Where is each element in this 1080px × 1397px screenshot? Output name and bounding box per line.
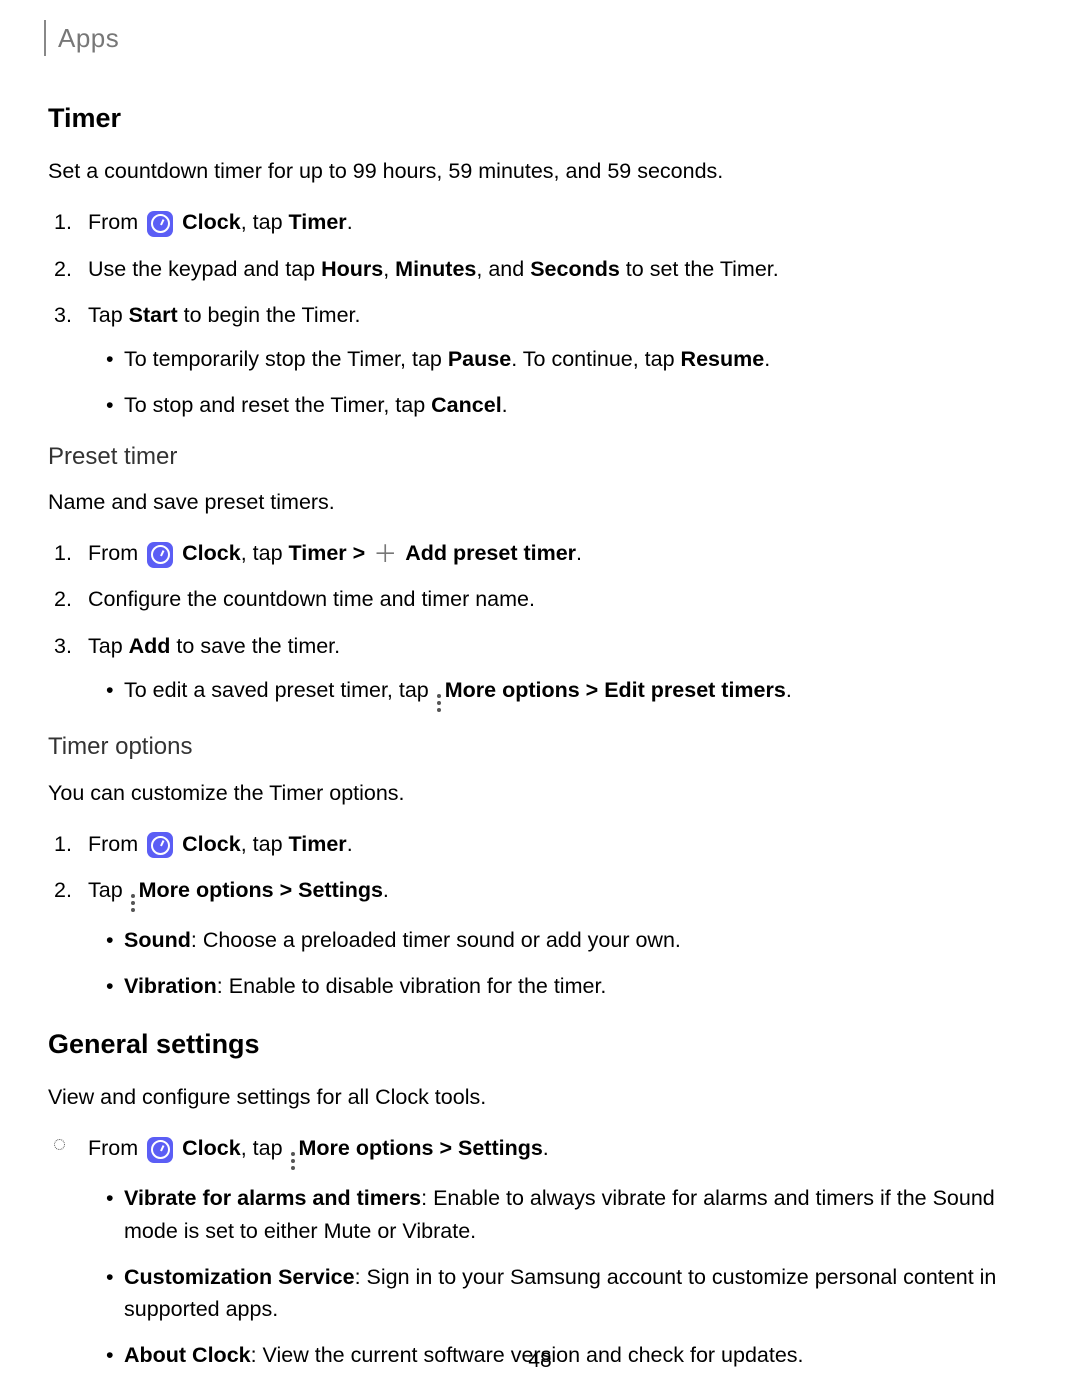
timer-sub-cancel: To stop and reset the Timer, tap Cancel. — [124, 389, 1032, 421]
general-substeps: Vibrate for alarms and timers: Enable to… — [88, 1182, 1032, 1371]
general-steps: From Clock, tap More options > Settings.… — [48, 1132, 1032, 1371]
timer-sub-pause: To temporarily stop the Timer, tap Pause… — [124, 343, 1032, 375]
general-step-1: From Clock, tap More options > Settings.… — [88, 1132, 1032, 1371]
preset-step-2: 2.Configure the countdown time and timer… — [88, 583, 1032, 615]
general-sub-customization: Customization Service: Sign in to your S… — [124, 1261, 1032, 1326]
timer-heading: Timer — [48, 100, 1032, 138]
clock-icon — [147, 1137, 173, 1163]
preset-substeps: To edit a saved preset timer, tap More o… — [88, 674, 1032, 712]
general-heading: General settings — [48, 1026, 1032, 1064]
options-sub-sound: Sound: Choose a preloaded timer sound or… — [124, 924, 1032, 956]
circle-bullet-icon — [54, 1139, 65, 1150]
preset-step-1: 1. From Clock, tap Timer > ＋ Add preset … — [88, 537, 1032, 569]
options-steps: 1. From Clock, tap Timer. 2. Tap More op… — [48, 828, 1032, 1003]
clock-icon — [147, 832, 173, 858]
options-heading: Timer options — [48, 730, 1032, 764]
preset-heading: Preset timer — [48, 440, 1032, 474]
timer-steps: 1. From Clock, tap Timer. 2. Use the key… — [48, 206, 1032, 421]
options-intro: You can customize the Timer options. — [48, 778, 1032, 808]
more-options-icon — [291, 1152, 295, 1170]
preset-intro: Name and save preset timers. — [48, 487, 1032, 517]
clock-icon — [147, 211, 173, 237]
plus-icon: ＋ — [373, 543, 397, 567]
timer-step-1: 1. From Clock, tap Timer. — [88, 206, 1032, 238]
timer-substeps: To temporarily stop the Timer, tap Pause… — [88, 343, 1032, 422]
options-sub-vibration: Vibration: Enable to disable vibration f… — [124, 970, 1032, 1002]
header-bar: Apps — [44, 20, 1032, 56]
timer-step-2: 2. Use the keypad and tap Hours, Minutes… — [88, 253, 1032, 285]
timer-intro: Set a countdown timer for up to 99 hours… — [48, 156, 1032, 186]
timer-step-3: 3. Tap Start to begin the Timer. To temp… — [88, 299, 1032, 422]
general-intro: View and configure settings for all Cloc… — [48, 1082, 1032, 1112]
breadcrumb: Apps — [58, 20, 1032, 56]
preset-steps: 1. From Clock, tap Timer > ＋ Add preset … — [48, 537, 1032, 712]
page-number: 48 — [0, 1346, 1080, 1375]
preset-sub-edit: To edit a saved preset timer, tap More o… — [124, 674, 1032, 712]
clock-icon — [147, 542, 173, 568]
more-options-icon — [437, 694, 441, 712]
options-step-1: 1. From Clock, tap Timer. — [88, 828, 1032, 860]
preset-step-3: 3. Tap Add to save the timer. To edit a … — [88, 630, 1032, 712]
options-substeps: Sound: Choose a preloaded timer sound or… — [88, 924, 1032, 1003]
general-sub-vibrate: Vibrate for alarms and timers: Enable to… — [124, 1182, 1032, 1247]
more-options-icon — [131, 894, 135, 912]
options-step-2: 2. Tap More options > Settings. Sound: C… — [88, 874, 1032, 1003]
